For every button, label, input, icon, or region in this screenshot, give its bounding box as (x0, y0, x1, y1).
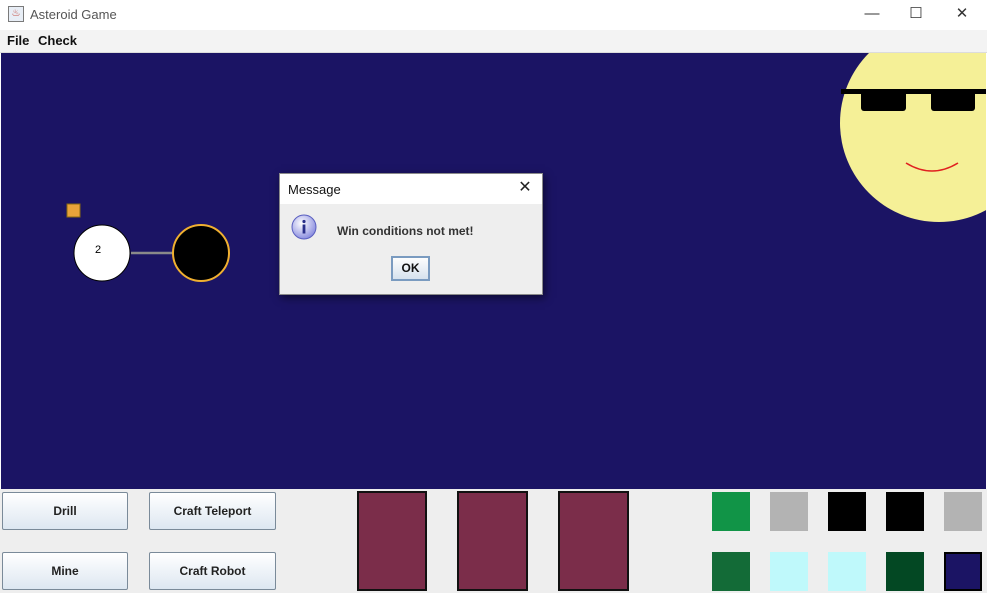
menu-bar: File Check (0, 30, 987, 53)
mine-button[interactable]: Mine (2, 552, 128, 590)
resource-swatch (886, 492, 924, 531)
menu-file[interactable]: File (7, 33, 29, 48)
inventory-slot[interactable] (558, 491, 629, 591)
info-icon (291, 214, 317, 240)
asteroid-black[interactable] (172, 224, 230, 282)
minimize-button[interactable]: — (849, 0, 895, 30)
inventory-slot[interactable] (357, 491, 427, 591)
window-title: Asteroid Game (30, 7, 117, 22)
dialog-title: Message (288, 182, 341, 197)
inventory-slot[interactable] (457, 491, 528, 591)
resource-swatch (712, 492, 750, 531)
resource-swatch (770, 492, 808, 531)
resource-swatch (944, 552, 982, 591)
resource-swatch (828, 552, 866, 591)
sunglasses-lens-right (931, 89, 975, 111)
sun-body (840, 53, 986, 222)
asteroid-white[interactable] (73, 224, 131, 282)
resource-swatch (944, 492, 982, 531)
drill-button[interactable]: Drill (2, 492, 128, 530)
title-bar: ♨ Asteroid Game — ☐ ✕ (0, 0, 987, 30)
asteroid-label: 2 (95, 244, 101, 256)
resource-swatch (828, 492, 866, 531)
resource-swatch (770, 552, 808, 591)
control-panel: Drill Craft Teleport Mine Craft Robot (0, 489, 987, 593)
settler-marker[interactable] (66, 203, 81, 218)
dialog-close-button[interactable]: ✕ (516, 179, 534, 197)
close-button[interactable]: ✕ (939, 0, 985, 30)
maximize-button[interactable]: ☐ (893, 0, 939, 30)
sun (840, 53, 986, 222)
dialog-message: Win conditions not met! (337, 224, 474, 238)
java-app-icon: ♨ (8, 6, 24, 22)
ok-button[interactable]: OK (391, 256, 430, 281)
sunglasses-lens-left (861, 89, 906, 111)
resource-swatch (712, 552, 750, 591)
message-dialog: Message ✕ Win conditions not met! OK (279, 173, 543, 295)
craft-robot-button[interactable]: Craft Robot (149, 552, 276, 590)
craft-teleport-button[interactable]: Craft Teleport (149, 492, 276, 530)
resource-swatch (886, 552, 924, 591)
dialog-title-bar: Message ✕ (280, 174, 542, 204)
menu-check[interactable]: Check (38, 33, 77, 48)
